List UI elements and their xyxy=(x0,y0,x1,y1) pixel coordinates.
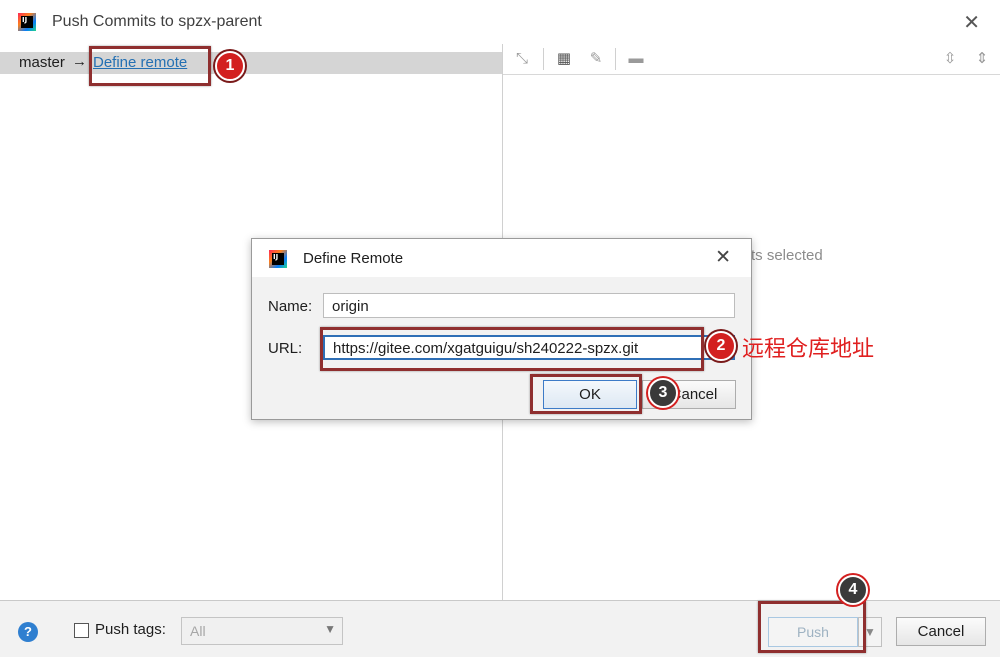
push-tags-checkbox[interactable] xyxy=(74,623,89,638)
toolbar-separator xyxy=(543,48,544,70)
preview-icon[interactable]: ▬ xyxy=(627,50,645,68)
toolbar-separator xyxy=(615,48,616,70)
url-annotation-note: 远程仓库地址 xyxy=(742,337,875,362)
step-marker-2: 2 xyxy=(706,331,736,361)
chevron-down-icon: ▼ xyxy=(324,622,336,636)
window-title: Push Commits to spzx-parent xyxy=(52,13,262,30)
window-titlebar: IJ Push Commits to spzx-parent ✕ xyxy=(0,0,1000,44)
edit-icon[interactable]: ✎ xyxy=(587,50,605,68)
intellij-app-icon: IJ xyxy=(18,13,36,31)
expand-all-icon[interactable]: ⇳ xyxy=(941,50,959,68)
step-marker-1: 1 xyxy=(215,51,245,81)
push-tags-label: Push tags: xyxy=(95,621,166,638)
intellij-app-icon: IJ xyxy=(269,250,287,268)
group-icon[interactable]: ▦ xyxy=(555,50,573,68)
push-tags-select[interactable]: All ▼ xyxy=(181,617,343,645)
close-icon[interactable]: ✕ xyxy=(963,10,980,35)
cancel-button[interactable]: Cancel xyxy=(896,617,986,646)
branch-row[interactable]: master → Define remote xyxy=(0,52,502,74)
dialog-title: Define Remote xyxy=(303,250,404,267)
step-marker-4: 4 xyxy=(838,575,868,605)
close-icon[interactable]: ✕ xyxy=(715,246,731,269)
highlight-push-button xyxy=(758,601,866,653)
help-icon[interactable]: ? xyxy=(18,622,38,642)
url-label: URL: xyxy=(268,340,303,357)
no-commits-selected-text: ts selected xyxy=(751,247,823,264)
dialog-titlebar: IJ Define Remote ✕ xyxy=(252,239,751,277)
details-toolbar: ⤡ ▦ ✎ ▬ ⇳ ⇕ xyxy=(503,44,1000,75)
push-tags-value: All xyxy=(190,623,206,639)
arrow-right-icon: → xyxy=(72,53,87,70)
highlight-define-remote xyxy=(89,46,211,86)
highlight-ok-button xyxy=(530,374,642,414)
name-label: Name: xyxy=(268,298,313,315)
branch-name: master xyxy=(19,54,65,71)
step-marker-3: 3 xyxy=(648,378,678,408)
collapse-all-icon[interactable]: ⇕ xyxy=(973,50,991,68)
highlight-url-input xyxy=(320,327,704,371)
remote-name-input[interactable]: origin xyxy=(323,293,735,318)
expand-arrows-icon[interactable]: ⤡ xyxy=(513,50,531,68)
